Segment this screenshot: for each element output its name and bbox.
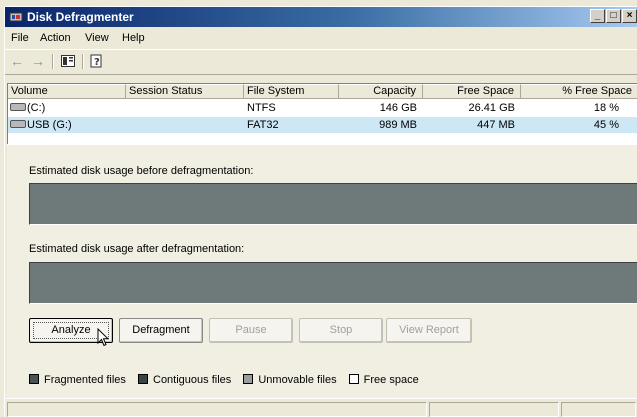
status-pane — [429, 402, 559, 417]
volume-name: (C:) — [27, 102, 46, 114]
console-tree-icon[interactable] — [59, 53, 77, 70]
pause-button[interactable]: Pause — [209, 318, 293, 343]
status-pane — [561, 402, 636, 417]
volume-cell: (C:) — [10, 102, 45, 114]
column-header-volume[interactable]: Volume — [8, 84, 126, 99]
column-header-percent-free-space[interactable]: % Free Space — [521, 84, 637, 99]
analysis-panel: Estimated disk usage before defragmentat… — [7, 144, 637, 402]
volume-list-header: Volume Session Status File System Capaci… — [8, 84, 637, 99]
column-header-file-system[interactable]: File System — [244, 84, 339, 99]
legend-contiguous: Contiguous files — [138, 374, 231, 386]
free-space-swatch — [348, 374, 359, 384]
maximize-button[interactable]: □ — [606, 9, 621, 23]
menu-action[interactable]: Action — [40, 32, 71, 44]
volume-name: USB (G:) — [27, 119, 72, 131]
back-arrow-icon[interactable]: ← — [8, 53, 26, 70]
toolbar-separator — [52, 54, 54, 69]
menu-view[interactable]: View — [85, 32, 109, 44]
volume-row-selected[interactable]: USB (G:) FAT32 989 MB 447 MB 45 % — [8, 117, 637, 133]
legend-free-label: Free space — [363, 374, 419, 386]
toolbar: ← → ? — [5, 49, 637, 75]
free-space-cell: 26.41 GB — [468, 102, 515, 114]
legend: Fragmented files Contiguous files Unmova… — [29, 374, 428, 388]
before-usage-bar — [29, 183, 637, 225]
volume-row[interactable]: (C:) NTFS 146 GB 26.41 GB 18 % — [8, 100, 637, 116]
after-usage-label: Estimated disk usage after defragmentati… — [29, 243, 245, 255]
disk-defragmenter-app-icon — [9, 12, 23, 22]
unmovable-swatch — [243, 374, 254, 384]
legend-free: Free space — [348, 374, 419, 386]
capacity-cell: 989 MB — [379, 119, 417, 131]
usb-drive-icon — [10, 120, 26, 128]
view-report-button[interactable]: View Report — [386, 318, 472, 343]
legend-fragmented: Fragmented files — [29, 374, 126, 386]
legend-fragmented-label: Fragmented files — [44, 374, 126, 386]
percent-free-cell: 18 % — [593, 102, 619, 114]
forward-arrow-icon[interactable]: → — [29, 53, 47, 70]
capacity-cell: 146 GB — [379, 102, 417, 114]
close-button[interactable]: × — [622, 9, 637, 23]
defragment-button[interactable]: Defragment — [119, 318, 203, 343]
contiguous-swatch — [138, 374, 148, 384]
toolbar-separator — [82, 54, 84, 69]
percent-free-cell: 45 % — [593, 119, 619, 131]
free-space-cell: 447 MB — [477, 119, 515, 131]
column-header-capacity[interactable]: Capacity — [339, 84, 423, 99]
status-bar — [5, 398, 637, 417]
file-system-cell: FAT32 — [247, 119, 279, 131]
menu-file[interactable]: File — [11, 32, 29, 44]
volume-cell: USB (G:) — [10, 119, 72, 131]
column-header-session-status[interactable]: Session Status — [126, 84, 244, 99]
before-usage-label: Estimated disk usage before defragmentat… — [29, 165, 254, 177]
volume-list: Volume Session Status File System Capaci… — [7, 83, 637, 144]
minimize-button[interactable]: _ — [590, 9, 605, 23]
window-title: Disk Defragmenter — [27, 10, 134, 24]
menu-bar: File Action View Help — [5, 28, 637, 48]
file-system-cell: NTFS — [247, 102, 276, 114]
column-header-free-space[interactable]: Free Space — [423, 84, 521, 99]
legend-unmovable-label: Unmovable files — [258, 374, 337, 386]
stop-button[interactable]: Stop — [299, 318, 383, 343]
svg-text:?: ? — [94, 57, 100, 68]
fragmented-swatch — [29, 374, 39, 384]
menu-help[interactable]: Help — [122, 32, 145, 44]
legend-contiguous-label: Contiguous files — [153, 374, 232, 386]
legend-unmovable: Unmovable files — [243, 374, 337, 386]
after-usage-bar — [29, 262, 637, 304]
help-icon[interactable]: ? — [88, 53, 106, 70]
title-bar[interactable]: Disk Defragmenter _ □ × — [5, 7, 637, 27]
mouse-pointer-icon — [97, 328, 109, 347]
status-pane — [7, 402, 427, 417]
disk-defragmenter-window: Disk Defragmenter _ □ × File Action View H… — [4, 6, 637, 417]
hard-drive-icon — [10, 103, 26, 111]
